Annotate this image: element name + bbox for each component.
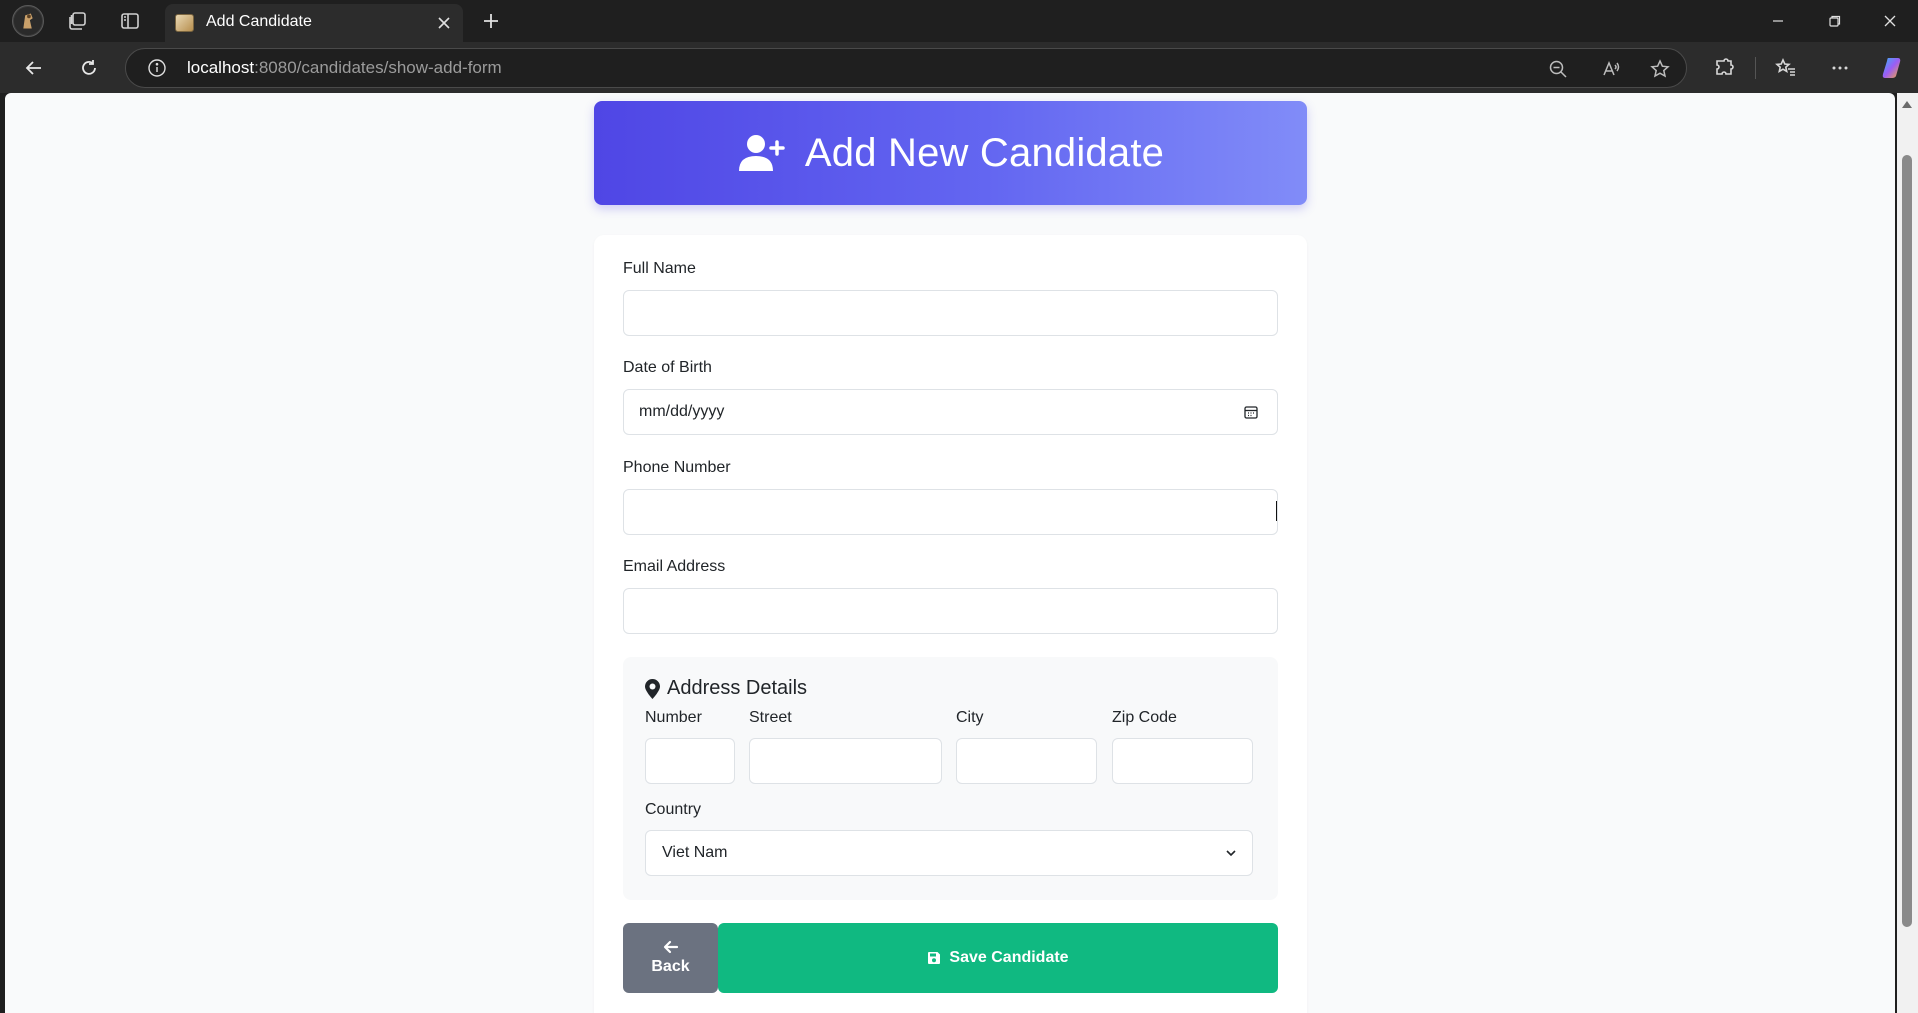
calendar-icon[interactable]	[1243, 404, 1259, 420]
restore-icon[interactable]	[1815, 7, 1855, 35]
full-name-input[interactable]	[623, 290, 1278, 336]
phone-number-input[interactable]	[623, 489, 1278, 535]
page-scrollbar[interactable]	[1897, 93, 1918, 1013]
page-title: Add New Candidate	[804, 130, 1165, 175]
user-plus-icon	[738, 135, 785, 171]
number-label: Number	[645, 709, 702, 726]
active-tab[interactable]: Add Candidate	[165, 4, 463, 42]
address-city-input[interactable]	[956, 738, 1097, 784]
close-window-icon[interactable]	[1870, 7, 1910, 35]
zoom-out-icon[interactable]	[1546, 57, 1570, 81]
map-marker-icon	[645, 679, 660, 699]
zip-code-label: Zip Code	[1112, 709, 1177, 726]
page-viewport: Add New Candidate Full Name Date of Birt…	[5, 93, 1895, 1013]
scroll-up-arrow-icon[interactable]	[1902, 101, 1912, 108]
date-of-birth-input[interactable]: mm/dd/yyyy	[623, 389, 1278, 435]
profile-avatar[interactable]	[12, 5, 44, 37]
read-aloud-icon[interactable]	[1599, 57, 1623, 81]
site-favicon	[175, 14, 194, 32]
country-select[interactable]: Viet Nam	[645, 830, 1253, 876]
phone-number-label: Phone Number	[623, 459, 731, 476]
toolbar-divider	[1755, 57, 1756, 79]
extensions-icon[interactable]	[1709, 53, 1739, 83]
url-text[interactable]: localhost:8080/candidates/show-add-form	[187, 58, 502, 78]
refresh-icon[interactable]	[74, 53, 104, 83]
workspaces-icon[interactable]	[63, 7, 91, 35]
address-details-section: Address Details Number Street City Zip C…	[623, 657, 1278, 900]
candidate-form: Full Name Date of Birth mm/dd/yyyy Phone…	[594, 235, 1307, 1013]
minimize-icon[interactable]	[1758, 7, 1798, 35]
address-street-input[interactable]	[749, 738, 942, 784]
favorite-star-icon[interactable]	[1648, 57, 1672, 81]
address-zip-input[interactable]	[1112, 738, 1253, 784]
favorites-icon[interactable]	[1771, 53, 1801, 83]
text-cursor	[1276, 501, 1277, 521]
site-info-icon[interactable]	[147, 58, 167, 78]
browser-tab-bar: Add Candidate	[0, 0, 1918, 42]
arrow-left-icon	[663, 940, 678, 954]
new-tab-icon[interactable]	[477, 7, 505, 35]
vertical-tabs-icon[interactable]	[116, 7, 144, 35]
email-address-label: Email Address	[623, 558, 726, 575]
copilot-icon[interactable]	[1877, 53, 1907, 83]
country-selected-value: Viet Nam	[662, 844, 728, 861]
tab-close-icon[interactable]	[433, 12, 455, 34]
address-details-title: Address Details	[667, 677, 808, 699]
back-arrow-icon[interactable]	[19, 53, 49, 83]
page-header: Add New Candidate	[594, 101, 1307, 205]
email-address-input[interactable]	[623, 588, 1278, 634]
url-path: :8080/candidates/show-add-form	[254, 58, 502, 77]
tab-title: Add Candidate	[206, 13, 312, 30]
street-label: Street	[749, 709, 792, 726]
floppy-disk-icon	[928, 952, 941, 964]
city-label: City	[956, 709, 984, 726]
save-candidate-label: Save Candidate	[949, 949, 1069, 966]
country-label: Country	[645, 801, 702, 818]
back-button[interactable]: Back	[623, 923, 718, 993]
scrollbar-thumb[interactable]	[1902, 155, 1912, 927]
save-candidate-button[interactable]: Save Candidate	[718, 923, 1278, 993]
address-bar[interactable]: localhost:8080/candidates/show-add-form	[125, 48, 1687, 88]
browser-toolbar: localhost:8080/candidates/show-add-form	[0, 42, 1918, 93]
date-placeholder: mm/dd/yyyy	[639, 403, 725, 420]
chevron-down-icon	[1226, 850, 1236, 857]
date-of-birth-label: Date of Birth	[623, 359, 712, 376]
url-host: localhost	[187, 58, 255, 77]
address-number-input[interactable]	[645, 738, 735, 784]
full-name-label: Full Name	[623, 260, 696, 277]
more-options-icon[interactable]	[1825, 53, 1855, 83]
back-button-label: Back	[651, 958, 690, 975]
